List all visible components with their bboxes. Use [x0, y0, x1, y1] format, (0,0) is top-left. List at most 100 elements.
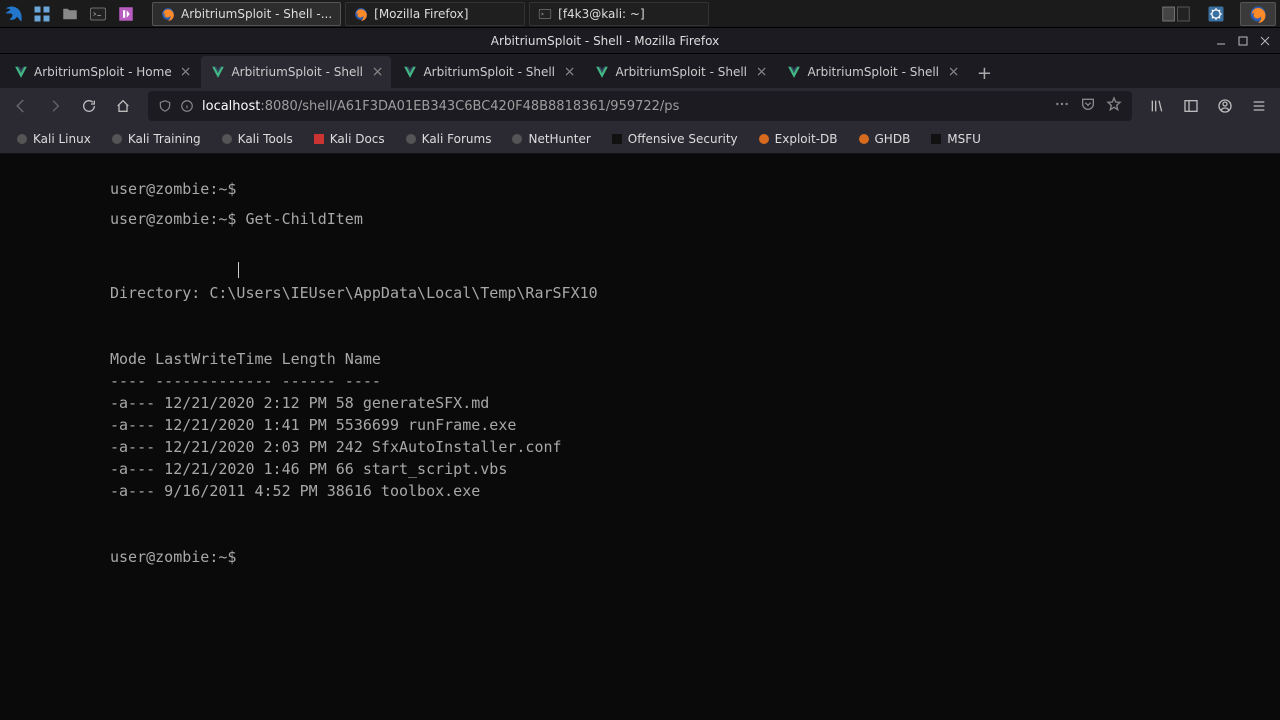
term-header: Mode LastWriteTime Length Name	[110, 348, 1280, 370]
term-blank	[110, 524, 1280, 546]
reload-button[interactable]	[74, 91, 104, 121]
tab-shell-1[interactable]: ArbitriumSploit - Shell ×	[201, 56, 391, 88]
vue-icon	[403, 65, 417, 79]
tab-close-icon[interactable]: ×	[562, 64, 578, 80]
url-text: localhost:8080/shell/A61F3DA01EB343C6BC4…	[202, 99, 1054, 114]
text-caret	[238, 262, 239, 278]
bookmark-offsec[interactable]: Offensive Security	[603, 127, 746, 151]
maximize-button[interactable]	[1232, 30, 1254, 52]
apps-menu-launcher[interactable]	[0, 0, 28, 28]
tab-close-icon[interactable]: ×	[370, 64, 386, 80]
url-bar[interactable]: localhost:8080/shell/A61F3DA01EB343C6BC4…	[148, 91, 1132, 121]
vue-icon	[211, 65, 225, 79]
term-divider: ---- ------------- ------ ----	[110, 370, 1280, 392]
library-button[interactable]	[1142, 91, 1172, 121]
terminal-icon	[538, 7, 552, 21]
library-icon	[1149, 98, 1165, 114]
pocket-icon[interactable]	[1080, 96, 1096, 116]
tab-shell-4[interactable]: ArbitriumSploit - Shell ×	[777, 56, 967, 88]
term-row: -a--- 9/16/2011 4:52 PM 38616 toolbox.ex…	[110, 480, 1280, 502]
xfce-panel: ArbitriumSploit - Shell -... [Mozilla Fi…	[0, 0, 1280, 28]
bookmark-star-icon[interactable]	[1106, 96, 1122, 116]
vue-icon	[595, 65, 609, 79]
dashboard-launcher[interactable]	[28, 0, 56, 28]
reload-icon	[81, 98, 97, 114]
url-actions	[1054, 96, 1122, 116]
firefox-icon	[161, 7, 175, 21]
bookmark-kali-tools[interactable]: Kali Tools	[213, 127, 301, 151]
account-icon	[1217, 98, 1233, 114]
page-actions-icon[interactable]	[1054, 96, 1070, 116]
gear-icon	[1206, 4, 1226, 24]
tab-close-icon[interactable]: ×	[178, 64, 194, 80]
bookmark-ghdb[interactable]: GHDB	[850, 127, 919, 151]
workspace-icon	[1162, 6, 1190, 22]
tray-firefox[interactable]	[1240, 2, 1276, 26]
home-button[interactable]	[108, 91, 138, 121]
sidebar-button[interactable]	[1176, 91, 1206, 121]
tab-strip: ArbitriumSploit - Home × ArbitriumSploit…	[0, 54, 1280, 88]
minimize-icon	[1216, 36, 1226, 46]
terminal-launcher[interactable]	[84, 0, 112, 28]
bookmark-label: Kali Docs	[330, 132, 385, 146]
tray-recording[interactable]	[1196, 0, 1236, 28]
taskbar-item-firefox-2[interactable]: [Mozilla Firefox]	[345, 2, 525, 26]
taskbar-item-firefox-1[interactable]: ArbitriumSploit - Shell -...	[152, 2, 341, 26]
bookmark-icon	[313, 133, 325, 145]
bookmark-icon	[111, 133, 123, 145]
bookmark-kali-linux[interactable]: Kali Linux	[8, 127, 99, 151]
account-button[interactable]	[1210, 91, 1240, 121]
window-buttons	[1210, 30, 1280, 52]
term-prompt: user@zombie:~$	[110, 546, 1280, 568]
bookmark-kali-forums[interactable]: Kali Forums	[397, 127, 500, 151]
bookmark-icon	[758, 133, 770, 145]
bookmark-icon	[221, 133, 233, 145]
new-tab-button[interactable]: +	[969, 58, 999, 88]
panel-launchers: ArbitriumSploit - Shell -... [Mozilla Fi…	[0, 0, 711, 27]
bookmark-kali-training[interactable]: Kali Training	[103, 127, 209, 151]
taskbar-label: ArbitriumSploit - Shell -...	[181, 7, 332, 21]
tab-label: ArbitriumSploit - Home	[34, 65, 172, 79]
tab-close-icon[interactable]: ×	[946, 64, 962, 80]
tab-label: ArbitriumSploit - Shell	[807, 65, 939, 79]
bookmark-label: Kali Tools	[238, 132, 293, 146]
tab-shell-3[interactable]: ArbitriumSploit - Shell ×	[585, 56, 775, 88]
tab-shell-2[interactable]: ArbitriumSploit - Shell ×	[393, 56, 583, 88]
workspace-switcher[interactable]	[1156, 0, 1196, 28]
window-grid-icon	[33, 5, 51, 23]
forward-button[interactable]	[40, 91, 70, 121]
kali-app-icon	[117, 5, 135, 23]
vue-icon	[787, 65, 801, 79]
minimize-button[interactable]	[1210, 30, 1232, 52]
bookmark-nethunter[interactable]: NetHunter	[503, 127, 598, 151]
term-blank	[110, 238, 1280, 260]
forward-icon	[47, 98, 63, 114]
bookmark-label: Offensive Security	[628, 132, 738, 146]
window-title: ArbitriumSploit - Shell - Mozilla Firefo…	[0, 34, 1210, 48]
back-icon	[12, 97, 30, 115]
info-icon[interactable]	[180, 99, 194, 113]
shell-page[interactable]: user@zombie:~$ user@zombie:~$ Get-ChildI…	[0, 154, 1280, 720]
tab-close-icon[interactable]: ×	[754, 64, 770, 80]
panel-tray	[1156, 0, 1280, 27]
term-row: -a--- 12/21/2020 1:46 PM 66 start_script…	[110, 458, 1280, 480]
firefox-icon	[354, 7, 368, 21]
bookmark-msfu[interactable]: MSFU	[922, 127, 989, 151]
bookmark-kali-docs[interactable]: Kali Docs	[305, 127, 393, 151]
bookmark-exploit-db[interactable]: Exploit-DB	[750, 127, 846, 151]
bookmark-label: Kali Training	[128, 132, 201, 146]
back-button[interactable]	[6, 91, 36, 121]
editor-launcher[interactable]	[112, 0, 140, 28]
app-menu-button[interactable]	[1244, 91, 1274, 121]
taskbar-label: [f4k3@kali: ~]	[558, 7, 700, 21]
url-path: :8080/shell/A61F3DA01EB343C6BC420F48B881…	[260, 99, 679, 114]
taskbar-item-terminal[interactable]: [f4k3@kali: ~]	[529, 2, 709, 26]
bookmark-label: MSFU	[947, 132, 981, 146]
file-manager-launcher[interactable]	[56, 0, 84, 28]
shield-icon	[158, 99, 172, 113]
close-icon	[1260, 36, 1270, 46]
bookmarks-bar: Kali Linux Kali Training Kali Tools Kali…	[0, 124, 1280, 154]
close-button[interactable]	[1254, 30, 1276, 52]
bookmark-icon	[405, 133, 417, 145]
tab-home[interactable]: ArbitriumSploit - Home ×	[4, 56, 199, 88]
